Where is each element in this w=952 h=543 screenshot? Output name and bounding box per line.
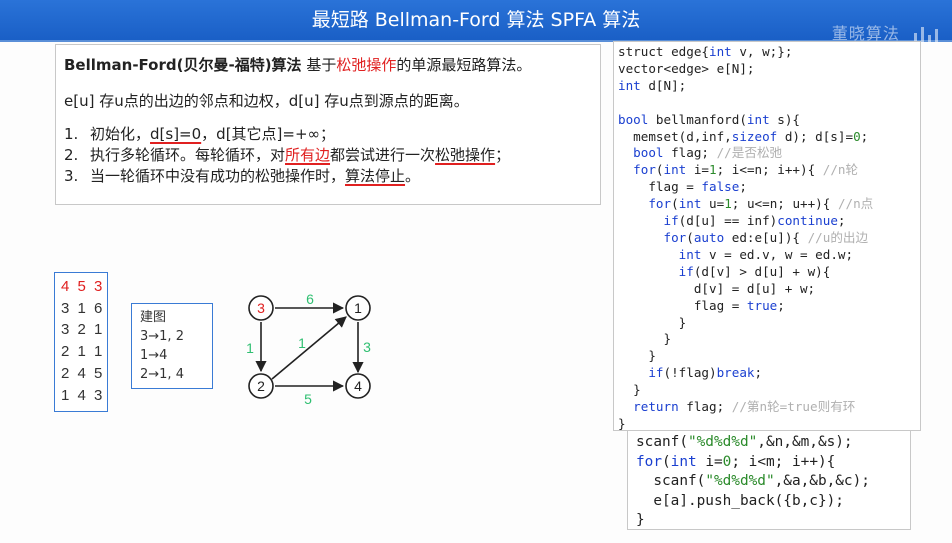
code-line: } bbox=[618, 314, 687, 330]
description-panel: Bellman-Ford(贝尔曼-福特)算法 基于松弛操作的单源最短路算法。 e… bbox=[55, 44, 601, 205]
adjacency-title: 建图 bbox=[140, 310, 167, 325]
step-number: 2. bbox=[64, 146, 79, 164]
heading-post: 的单源最短路算法。 bbox=[396, 56, 532, 74]
code-line: bool flag; //是否松弛 bbox=[633, 145, 783, 161]
node-label-2: 2 bbox=[257, 378, 265, 394]
step-highlight: 所有边 bbox=[285, 146, 331, 164]
code-line: for(auto ed:e[u]){ //u的出边 bbox=[663, 229, 869, 245]
edge-weight-1-4: 3 bbox=[363, 339, 371, 355]
step-text: 当一轮循环中没有成功的松弛操作时， bbox=[90, 167, 346, 185]
node-label-4: 4 bbox=[354, 378, 362, 394]
step-item: 2. 执行多轮循环。每轮循环，对所有边都尝试进行一次松弛操作； bbox=[64, 145, 590, 166]
bellmanford-code: struct edge{int v, w;}; vector<edge> e[N]… bbox=[618, 44, 916, 433]
input-line-header: 4 5 3 bbox=[61, 278, 105, 295]
code-line: for(int i=1; i<=n; i++){ //n轮 bbox=[633, 162, 859, 178]
code-line: } bbox=[618, 382, 641, 398]
code-line: flag = false; bbox=[618, 179, 747, 195]
code-line: if(!flag)break; bbox=[648, 365, 763, 381]
step-highlight: d[s]=0 bbox=[150, 125, 202, 143]
title-bar: 最短路 Bellman-Ford 算法 SPFA 算法 bbox=[0, 0, 952, 40]
code-line: vector<edge> e[N]; bbox=[618, 60, 755, 76]
code-line: for(int u=1; u<=n; u++){ //n点 bbox=[648, 196, 874, 212]
steps-list: 1. 初始化，d[s]=0，d[其它点]=+∞； 2. 执行多轮循环。每轮循环，对所… bbox=[64, 124, 590, 187]
input-line: 3 1 6 bbox=[61, 299, 105, 317]
code-line: e[a].push_back({b,c}); bbox=[636, 492, 844, 509]
code-line: d[v] = d[u] + w; bbox=[618, 280, 816, 296]
storage-description: e[u] 存u点的出边的邻点和边权，d[u] 存u点到源点的距离。 bbox=[64, 92, 469, 110]
step-highlight: 算法停止 bbox=[345, 167, 406, 185]
node-label-1: 1 bbox=[354, 300, 362, 316]
code-line: int d[N]; bbox=[618, 77, 687, 93]
description-heading: Bellman-Ford(贝尔曼-福特)算法 基于松弛操作的单源最短路算法。 bbox=[64, 53, 590, 77]
step-text: 执行多轮循环。每轮循环，对 bbox=[90, 146, 286, 164]
edge-weight-3-2: 1 bbox=[246, 340, 254, 356]
input-line: 3 2 1 bbox=[61, 321, 105, 339]
adjacency-line: 1→4 bbox=[140, 348, 168, 363]
slide-title: 最短路 Bellman-Ford 算法 SPFA 算法 bbox=[311, 9, 641, 31]
step-text: 都尝试进行一次 bbox=[330, 146, 436, 164]
edge-weight-2-1: 1 bbox=[298, 335, 306, 351]
code-line: if(d[v] > d[u] + w){ bbox=[678, 263, 831, 279]
edge-2-1 bbox=[271, 316, 347, 380]
code-line: } bbox=[636, 512, 645, 528]
input-line: 2 1 1 bbox=[61, 343, 105, 361]
code-line: struct edge{int v, w;}; bbox=[618, 44, 793, 59]
code-line: scanf("%d%d%d",&a,&b,&c); bbox=[636, 473, 870, 489]
code-line: return flag; //第n轮=true则有环 bbox=[633, 399, 856, 415]
input-line: 1 4 3 bbox=[61, 386, 105, 404]
code-line: for(int i=0; i<m; i++){ bbox=[636, 453, 836, 470]
graph-diagram: 3 1 2 4 6 1 1 3 5 bbox=[246, 291, 371, 406]
input-code-panel: scanf("%d%d%d",&n,&m,&s); for(int i=0; i<… bbox=[627, 430, 911, 530]
input-line: 2 4 5 bbox=[61, 364, 105, 382]
code-line: } bbox=[618, 348, 656, 364]
code-line: flag = true; bbox=[618, 297, 785, 313]
input-reading-code: scanf("%d%d%d",&n,&m,&s); for(int i=0; i<… bbox=[636, 433, 902, 531]
step-text: 初始化， bbox=[90, 125, 151, 143]
step-item: 3. 当一轮循环中没有成功的松弛操作时，算法停止。 bbox=[64, 166, 590, 187]
adjacency-panel: 建图 3→1, 2 1→4 2→1, 4 bbox=[131, 303, 213, 389]
adjacency-line: 3→1, 2 bbox=[140, 329, 184, 344]
step-highlight: 松弛操作 bbox=[435, 146, 496, 164]
step-text: ； bbox=[495, 146, 511, 164]
sample-input-panel: 4 5 3 3 1 6 3 2 1 2 1 1 2 4 5 1 4 3 bbox=[54, 272, 108, 412]
node-label-3: 3 bbox=[257, 300, 265, 316]
code-line: int v = ed.v, w = ed.w; bbox=[678, 246, 854, 262]
bellmanford-code-panel: struct edge{int v, w;}; vector<edge> e[N]… bbox=[613, 41, 921, 431]
code-line: if(d[u] == inf)continue; bbox=[663, 213, 846, 229]
step-item: 1. 初始化，d[s]=0，d[其它点]=+∞； bbox=[64, 124, 590, 145]
code-line: memset(d,inf,sizeof d); d[s]=0; bbox=[618, 128, 869, 144]
relax-term: 松弛操作 bbox=[336, 56, 397, 74]
heading-pre: 基于 bbox=[301, 56, 337, 74]
code-line: } bbox=[618, 331, 672, 347]
edge-weight-2-4: 5 bbox=[304, 391, 312, 406]
step-number: 3. bbox=[64, 167, 79, 185]
edge-weight-3-1: 6 bbox=[306, 291, 314, 307]
step-number: 1. bbox=[64, 125, 79, 143]
adjacency-line: 2→1, 4 bbox=[140, 367, 184, 382]
code-line: scanf("%d%d%d",&n,&m,&s); bbox=[636, 434, 853, 450]
code-line: bool bellmanford(int s){ bbox=[618, 111, 801, 127]
step-text: ，d[其它点]=+∞； bbox=[201, 125, 336, 143]
step-text: 。 bbox=[405, 167, 421, 185]
algorithm-name: Bellman-Ford(贝尔曼-福特)算法 bbox=[64, 56, 302, 74]
